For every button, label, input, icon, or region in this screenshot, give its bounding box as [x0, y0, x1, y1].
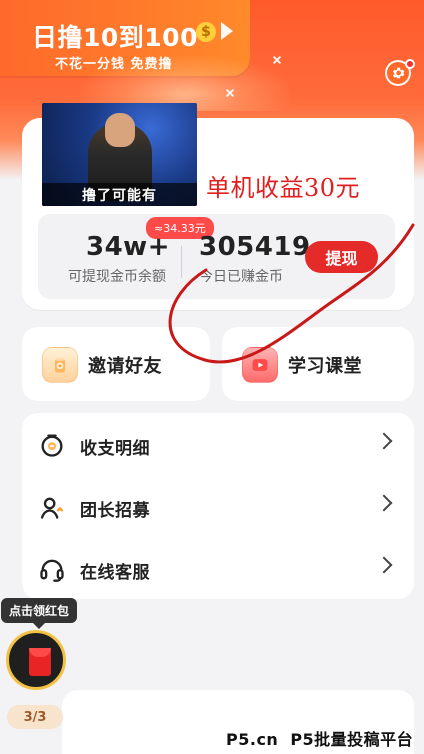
chevron-right-icon: [375, 494, 393, 512]
today-value: 305419: [199, 232, 311, 262]
menu-item-label: 团长招募: [80, 501, 150, 521]
video-caption: 撸了可能有: [42, 183, 197, 206]
invite-friends-card[interactable]: 邀请好友: [22, 327, 210, 401]
withdrawable-label: 可提现金币余额: [68, 269, 166, 285]
promo-title: 日撸10到100: [32, 23, 198, 52]
red-packet-counter: 3/3: [7, 705, 63, 729]
learning-class-label: 学习课堂: [288, 356, 362, 377]
red-packet-icon: [29, 648, 51, 676]
today-earnings: 305419 今日已赚金币: [199, 232, 319, 285]
headset-icon: [40, 559, 64, 582]
menu-item-income-details[interactable]: 收支明细: [22, 413, 414, 475]
balance-divider: [181, 246, 182, 278]
chevron-right-icon: [375, 432, 393, 450]
person-head: [105, 113, 135, 147]
notification-dot: [405, 59, 415, 69]
learning-class-card[interactable]: 学习课堂: [222, 327, 414, 401]
menu-item-online-service[interactable]: 在线客服: [22, 537, 414, 599]
menu-item-label: 在线客服: [80, 563, 150, 583]
menu-item-leader-recruitment[interactable]: 团长招募: [22, 475, 414, 537]
invite-friends-label: 邀请好友: [88, 356, 162, 377]
red-packet-tooltip: 点击领红包: [1, 598, 78, 629]
coin-icon: $: [196, 22, 216, 42]
watermark: P5.cn P5批量投稿平台: [226, 726, 413, 750]
sparkle-icon: [225, 88, 235, 98]
menu-item-label: 收支明细: [80, 439, 150, 459]
settings-button[interactable]: [385, 59, 415, 86]
play-icon: [242, 347, 278, 383]
withdrawable-value: 34w+: [86, 232, 170, 262]
users-icon: [40, 497, 63, 519]
play-arrow-icon: [221, 22, 233, 40]
red-packet-button[interactable]: [6, 630, 66, 690]
watermark-right: P5批量投稿平台: [290, 730, 414, 749]
video-thumbnail[interactable]: 撸了可能有: [42, 103, 197, 206]
coin-jar-icon: [42, 347, 78, 383]
overlay-red-text: 单机收益30元: [206, 174, 361, 202]
gear-icon: [393, 67, 405, 79]
sparkle-icon: [272, 55, 282, 65]
withdraw-button[interactable]: 提现: [305, 241, 378, 273]
chevron-right-icon: [375, 556, 393, 574]
wallet-icon: [41, 434, 63, 457]
menu-list: 收支明细 团长招募 在线客服: [22, 413, 414, 599]
withdrawable-balance: 34w+ 可提现金币余额: [68, 232, 196, 285]
watermark-left: P5.cn: [226, 730, 279, 749]
